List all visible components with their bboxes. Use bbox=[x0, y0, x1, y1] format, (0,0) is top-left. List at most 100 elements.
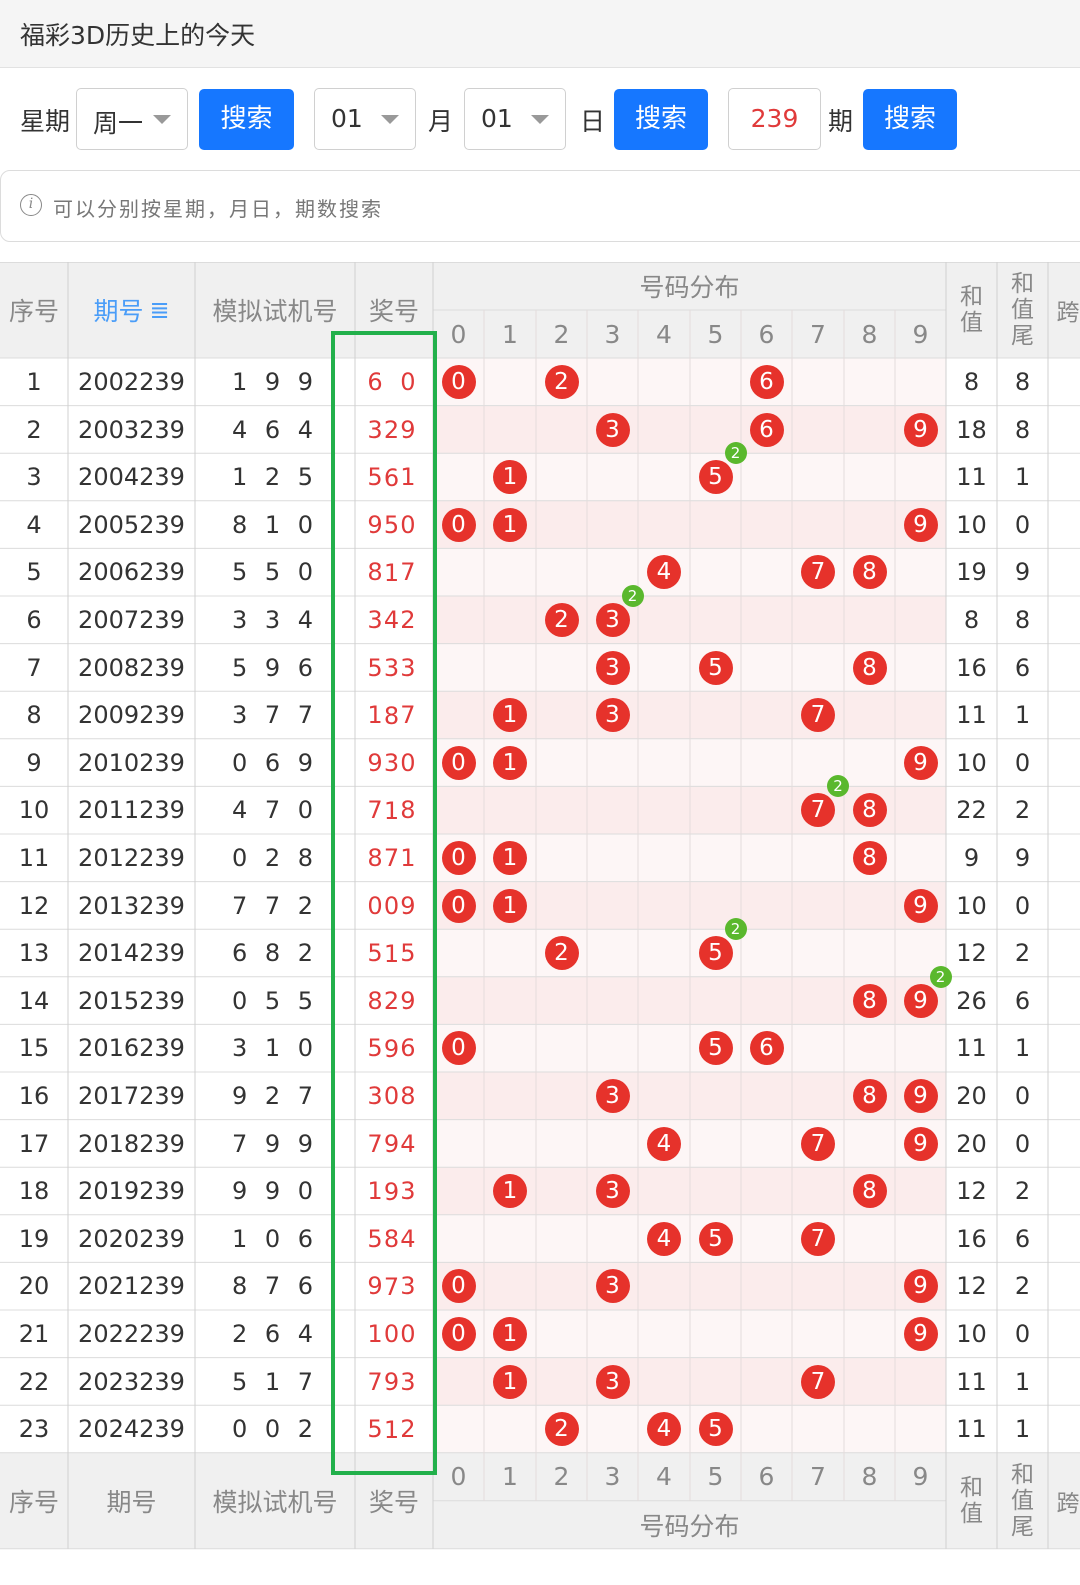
row-seq: 19 bbox=[18, 1224, 50, 1253]
row-sum: 16 bbox=[956, 653, 987, 682]
row-sum: 10 bbox=[956, 748, 987, 777]
row-sum: 8 bbox=[963, 606, 980, 634]
row-sum-tail: 8 bbox=[1014, 606, 1031, 634]
distribution-area bbox=[433, 1119, 946, 1168]
distribution-area bbox=[433, 596, 946, 644]
row-sum: 20 bbox=[956, 1129, 987, 1158]
title-bar: 福彩3D历史上的今天 bbox=[0, 0, 1080, 68]
distribution-area bbox=[433, 929, 946, 978]
distribution-area bbox=[433, 1262, 946, 1311]
header-digit-col-5: 5 bbox=[690, 310, 741, 358]
header-digit-col-2: 2 bbox=[536, 310, 587, 358]
weekday-select[interactable]: 周一 bbox=[76, 88, 188, 150]
number-ball: 5 bbox=[698, 460, 733, 495]
sort-icon[interactable]: ≣ bbox=[149, 296, 169, 324]
row-seq: 22 bbox=[18, 1367, 50, 1396]
row-sum-tail: 2 bbox=[1014, 796, 1031, 825]
table-row: 15 2016239 3 1 05 6 0 0 5 6 11 1 bbox=[0, 1024, 1080, 1110]
number-ball: 7 bbox=[801, 1126, 835, 1161]
row-sum: 11 bbox=[956, 1367, 987, 1396]
row-seq: 21 bbox=[18, 1320, 50, 1348]
number-ball: 0 bbox=[441, 1269, 476, 1304]
number-ball: 3 bbox=[595, 603, 630, 637]
distribution-area bbox=[433, 405, 946, 454]
row-sum-tail: 0 bbox=[1014, 748, 1031, 777]
number-ball: 9 bbox=[903, 888, 938, 923]
table-row: 16 2017239 9 2 73 8 9 3 8 9 20 0 bbox=[0, 1072, 1080, 1158]
row-seq: 4 bbox=[26, 510, 42, 539]
row-sum: 12 bbox=[956, 939, 987, 968]
row-seq: 11 bbox=[18, 844, 50, 872]
footer-digit-col-7: 7 bbox=[792, 1452, 844, 1501]
footer-dist-title: 号码分布 bbox=[433, 1500, 946, 1549]
number-ball: 1 bbox=[493, 1364, 527, 1399]
header-issue[interactable]: 期号 ≣ bbox=[68, 262, 195, 358]
footer-digit-col-2: 2 bbox=[536, 1452, 587, 1501]
number-ball: 3 bbox=[595, 1269, 630, 1304]
chevron-down-icon bbox=[531, 115, 549, 124]
table-row: 20 2021239 8 7 69 3 0 0 3 9 12 2 bbox=[0, 1262, 1080, 1348]
number-ball: 5 bbox=[698, 1031, 733, 1066]
header-digit-col-0: 0 bbox=[433, 310, 484, 358]
row-sum: 9 bbox=[963, 844, 980, 872]
number-ball: 6 bbox=[749, 412, 784, 447]
header-digit-col-8: 8 bbox=[844, 310, 895, 358]
row-seq: 23 bbox=[18, 1415, 50, 1444]
number-ball: 4 bbox=[647, 1412, 681, 1447]
row-issue: 2018239 bbox=[78, 1129, 185, 1158]
table-row: 5 2006239 5 5 08 7 4 4 7 8 19 9 bbox=[0, 548, 1080, 634]
number-ball: 8 bbox=[852, 555, 887, 590]
table-row: 2 2003239 4 6 43 9 6 3 6 9 18 8 bbox=[0, 405, 1080, 492]
number-ball: 8 bbox=[852, 650, 887, 685]
weekday-search-button[interactable]: 搜索 bbox=[199, 89, 294, 150]
number-ball: 4 bbox=[647, 1221, 681, 1256]
hint-box: i 可以分别按星期，月日，期数搜索 bbox=[0, 170, 1080, 242]
row-issue: 2014239 bbox=[78, 939, 185, 968]
number-ball: 2 bbox=[544, 1412, 579, 1447]
number-ball: 1 bbox=[493, 507, 527, 542]
number-ball: 9 bbox=[903, 412, 938, 447]
issue-input[interactable]: 239 bbox=[728, 88, 821, 150]
date-search-button[interactable]: 搜索 bbox=[614, 89, 708, 150]
number-ball: 0 bbox=[441, 745, 476, 780]
day-select[interactable]: 01 bbox=[464, 88, 566, 150]
row-sum-tail: 0 bbox=[1014, 1320, 1031, 1348]
number-ball: 6 bbox=[749, 1031, 784, 1066]
highlight-box bbox=[331, 331, 437, 1475]
number-ball: 9 bbox=[903, 507, 938, 542]
number-ball: 3 bbox=[595, 650, 630, 685]
month-select[interactable]: 01 bbox=[314, 88, 416, 150]
number-ball: 1 bbox=[493, 1174, 527, 1209]
hint-text: 可以分别按星期，月日，期数搜索 bbox=[53, 197, 383, 221]
number-ball: 5 bbox=[698, 936, 733, 971]
row-issue: 2022239 bbox=[78, 1320, 185, 1348]
table-row: 13 2014239 6 8 25 5 2 2 5 2 12 2 bbox=[0, 918, 1080, 1015]
weekday-label: 星期 bbox=[20, 107, 71, 136]
distribution-area bbox=[433, 1405, 946, 1454]
footer-digit-col-5: 5 bbox=[690, 1452, 741, 1501]
row-seq: 5 bbox=[26, 558, 42, 587]
issue-label: 期 bbox=[828, 107, 854, 136]
number-ball: 7 bbox=[801, 1364, 835, 1399]
table-row: 18 2019239 9 9 01 3 8 1 3 8 12 2 bbox=[0, 1167, 1080, 1253]
table-row: 12 2013239 7 7 20 9 1 0 1 9 10 0 bbox=[0, 881, 1080, 968]
row-seq: 18 bbox=[18, 1177, 50, 1206]
header-sum: 和值 bbox=[946, 262, 997, 358]
footer-sum-tail-text: 和值尾 bbox=[1011, 1461, 1034, 1540]
footer-digit-col-0: 0 bbox=[433, 1452, 484, 1501]
table-row: 3 2004239 1 2 55 1 5 1 5 2 11 1 bbox=[0, 442, 1080, 539]
row-sum: 10 bbox=[956, 891, 987, 920]
footer-sum: 和值 bbox=[946, 1452, 997, 1549]
header-sum-tail-text: 和值尾 bbox=[1011, 271, 1034, 349]
issue-search-button[interactable]: 搜索 bbox=[863, 89, 957, 150]
number-ball: 1 bbox=[493, 460, 527, 495]
row-issue: 2017239 bbox=[78, 1082, 185, 1110]
row-sum-tail: 0 bbox=[1014, 1129, 1031, 1158]
row-issue: 2013239 bbox=[78, 891, 185, 920]
number-ball: 3 bbox=[595, 1079, 630, 1113]
row-issue: 2011239 bbox=[78, 796, 185, 825]
number-ball: 3 bbox=[595, 698, 630, 733]
distribution-area bbox=[433, 1024, 946, 1073]
table-row: 6 2007239 3 3 43 2 323288 bbox=[0, 585, 1080, 682]
row-seq: 13 bbox=[18, 939, 50, 968]
